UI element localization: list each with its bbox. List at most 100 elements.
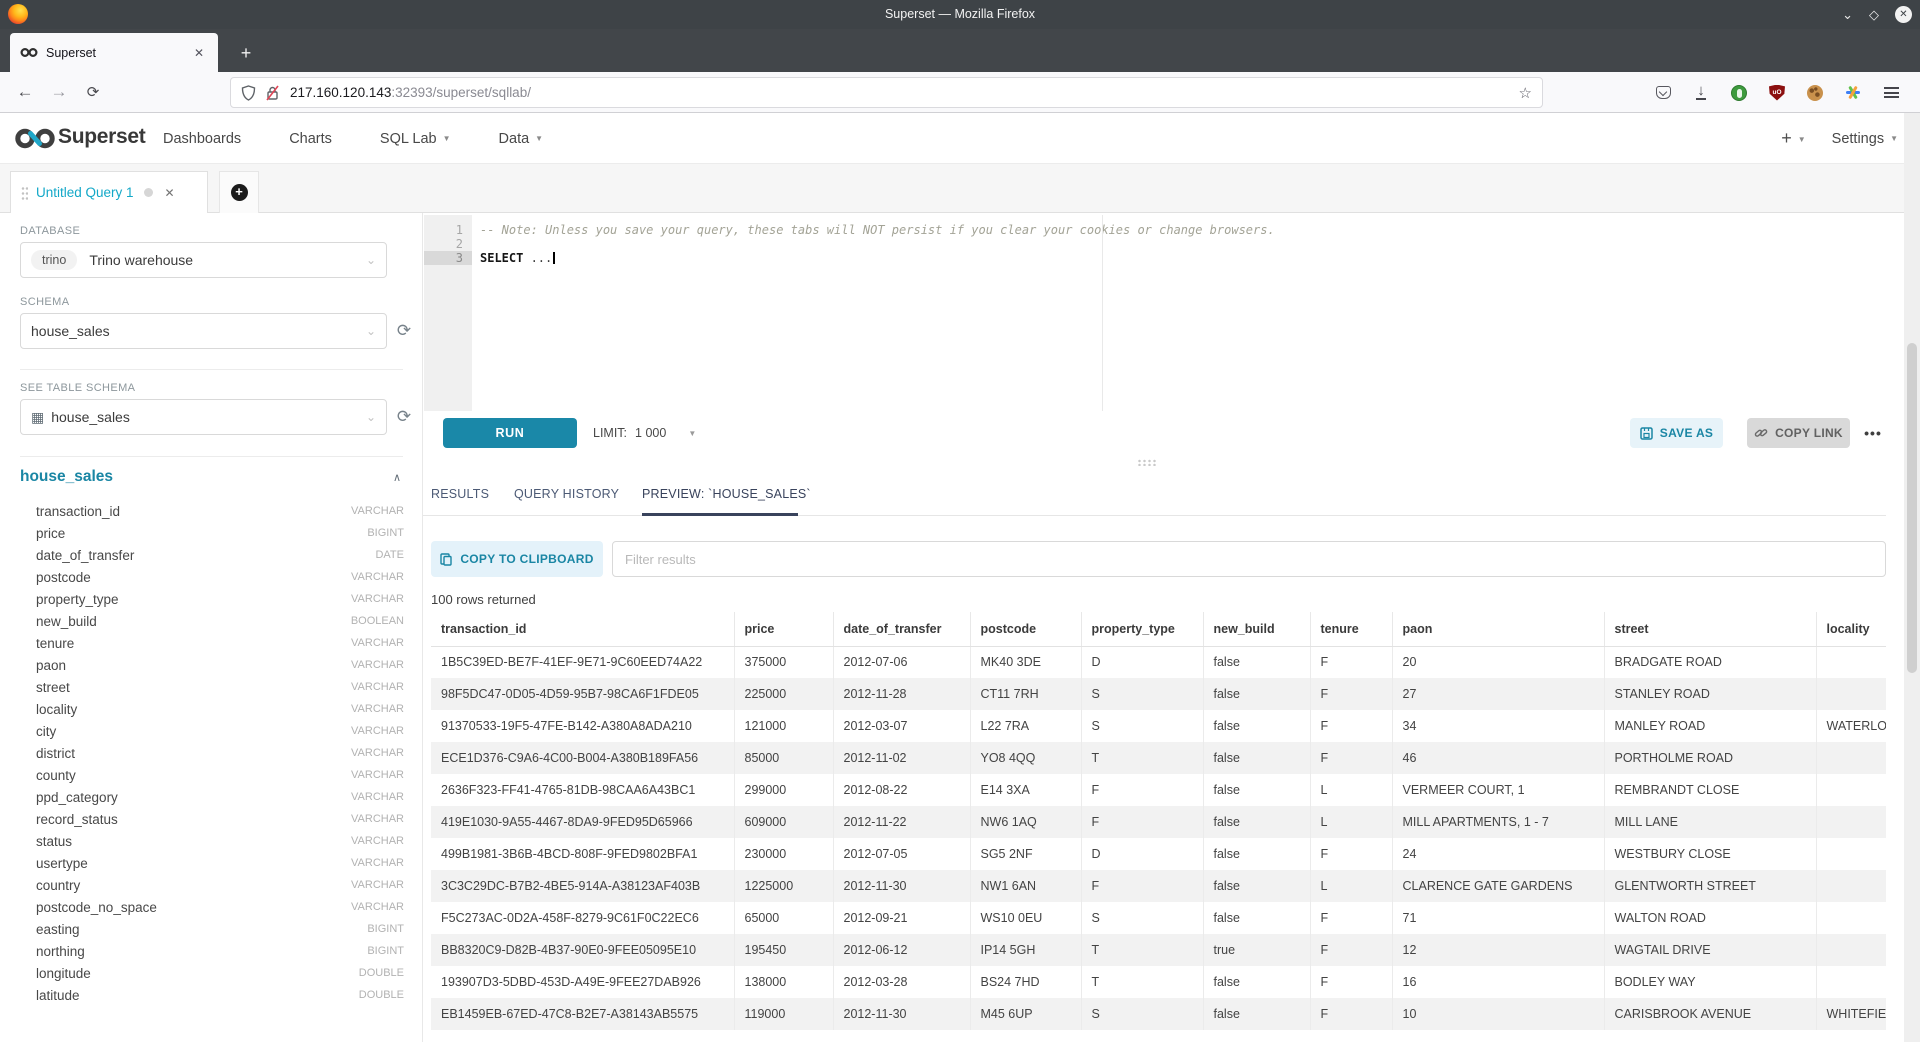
cell-paon: MILL APARTMENTS, 1 - 7 (1392, 806, 1604, 838)
column-row: price BIGINT (0, 522, 423, 544)
download-icon[interactable]: ↓ (1692, 84, 1710, 102)
run-button[interactable]: RUN (443, 418, 577, 448)
window-minimize-icon[interactable]: ⌄ (1842, 8, 1853, 21)
superset-brand[interactable]: Superset (58, 125, 145, 149)
bookmark-star-icon[interactable]: ☆ (1519, 84, 1532, 102)
window-maximize-icon[interactable]: ◇ (1869, 8, 1879, 21)
database-value: Trino warehouse (89, 252, 193, 268)
limit-label: LIMIT: (593, 426, 627, 440)
line-number-active: 3 (424, 251, 472, 265)
link-icon (1754, 426, 1768, 440)
tab-query-history[interactable]: QUERY HISTORY (514, 487, 619, 501)
browser-tab-superset[interactable]: Superset ✕ (10, 33, 218, 72)
add-new-button[interactable]: +▼ (1781, 128, 1805, 149)
column-name: property_type (36, 592, 119, 607)
cell-transaction-id: 499B1981-3B6B-4BCD-808F-9FED9802BFA1 (431, 838, 734, 870)
query-tab-active[interactable]: Untitled Query 1 ✕ (10, 171, 208, 213)
tracking-shield-icon[interactable] (241, 85, 256, 101)
cell-locality (1816, 966, 1886, 998)
table-header-cell[interactable]: date_of_transfer (833, 612, 970, 646)
table-row: F5C273AC-0D2A-458F-8279-9C61F0C22EC6 650… (431, 902, 1886, 934)
back-button-icon[interactable]: ← (8, 82, 42, 102)
results-table[interactable]: transaction_idpricedate_of_transferpostc… (431, 612, 1886, 1030)
table-header-cell[interactable]: property_type (1081, 612, 1203, 646)
tab-preview-house-sales[interactable]: PREVIEW: `HOUSE_SALES` (642, 487, 811, 501)
cell-date-of-transfer: 2012-11-28 (833, 678, 970, 710)
column-type: VARCHAR (351, 813, 404, 825)
cell-street: REMBRANDT CLOSE (1604, 774, 1816, 806)
superset-logo-icon[interactable] (14, 127, 56, 150)
table-header-cell[interactable]: tenure (1310, 612, 1392, 646)
table-header-cell[interactable]: new_build (1203, 612, 1310, 646)
table-header-cell[interactable]: paon (1392, 612, 1604, 646)
copy-link-button[interactable]: COPY LINK (1747, 418, 1850, 448)
cell-street: MANLEY ROAD (1604, 710, 1816, 742)
table-header-cell[interactable]: postcode (970, 612, 1081, 646)
refresh-table-icon[interactable]: ⟳ (394, 407, 414, 427)
save-as-button[interactable]: SAVE AS (1630, 418, 1723, 448)
menu-icon[interactable] (1882, 84, 1900, 102)
page-scrollbar[interactable] (1904, 113, 1920, 1042)
cell-postcode: SG5 2NF (970, 838, 1081, 870)
cookie-icon[interactable] (1806, 84, 1824, 102)
cell-date-of-transfer: 2012-03-07 (833, 710, 970, 742)
cell-new-build: false (1203, 870, 1310, 902)
database-select[interactable]: trino Trino warehouse ⌄ (20, 242, 387, 278)
more-options-icon[interactable]: ••• (1856, 418, 1890, 448)
table-header-cell[interactable]: price (734, 612, 833, 646)
column-name: county (36, 768, 76, 783)
refresh-schema-icon[interactable]: ⟳ (394, 321, 414, 341)
column-name: price (36, 526, 65, 541)
reload-button-icon[interactable]: ⟳ (76, 83, 110, 101)
sql-editor[interactable]: 1 2 3 -- Note: Unless you save your quer… (423, 215, 1886, 411)
column-name: usertype (36, 856, 88, 871)
column-row: property_type VARCHAR (0, 588, 423, 610)
cell-price: 65000 (734, 902, 833, 934)
table-heading[interactable]: house_sales (20, 468, 113, 486)
nav-sql-lab[interactable]: SQL Lab▼ (380, 131, 451, 147)
new-tab-button[interactable]: + (232, 39, 260, 67)
privacy-badger-icon[interactable] (1730, 84, 1748, 102)
superset-favicon-icon (20, 47, 38, 58)
nav-data[interactable]: Data▼ (499, 131, 544, 147)
filter-results-input[interactable] (612, 541, 1886, 577)
insecure-lock-icon[interactable] (265, 85, 280, 101)
table-header-cell[interactable]: street (1604, 612, 1816, 646)
table-header-cell[interactable]: locality (1816, 612, 1886, 646)
ublock-icon[interactable]: uO (1768, 84, 1786, 102)
cell-paon: 27 (1392, 678, 1604, 710)
forward-button-icon[interactable]: → (42, 82, 76, 102)
query-tab-close-icon[interactable]: ✕ (165, 186, 175, 200)
copy-to-clipboard-button[interactable]: COPY TO CLIPBOARD (431, 541, 603, 577)
tab-results[interactable]: RESULTS (431, 487, 489, 501)
browser-tab-close-icon[interactable]: ✕ (190, 44, 208, 62)
table-select[interactable]: ▦ house_sales ⌄ (20, 399, 387, 435)
column-row: status VARCHAR (0, 830, 423, 852)
column-row: ppd_category VARCHAR (0, 786, 423, 808)
superset-navbar: Superset Dashboards Charts SQL Lab▼ Data… (0, 113, 1920, 164)
table-header-cell[interactable]: transaction_id (431, 612, 734, 646)
container-icon[interactable] (1844, 84, 1862, 102)
new-query-tab-button[interactable]: + (219, 171, 259, 213)
drag-handle-icon[interactable] (21, 186, 28, 200)
pocket-icon[interactable] (1654, 84, 1672, 102)
window-close-icon[interactable]: ✕ (1895, 6, 1912, 23)
cell-tenure: F (1310, 646, 1392, 678)
column-type: VARCHAR (351, 593, 404, 605)
limit-dropdown[interactable]: LIMIT: 1 000 ▼ (593, 418, 696, 448)
cell-paon: 24 (1392, 838, 1604, 870)
column-name: city (36, 724, 56, 739)
schema-select[interactable]: house_sales ⌄ (20, 313, 387, 349)
settings-menu[interactable]: Settings▼ (1832, 131, 1898, 147)
collapse-chevron-icon[interactable]: ∧ (393, 471, 401, 484)
nav-charts[interactable]: Charts (289, 131, 332, 147)
column-type: VARCHAR (351, 901, 404, 913)
window-title: Superset — Mozilla Firefox (0, 0, 1920, 29)
column-row: date_of_transfer DATE (0, 544, 423, 566)
column-type: BIGINT (367, 527, 404, 539)
scrollbar-thumb[interactable] (1907, 343, 1917, 673)
editor-code-area[interactable]: -- Note: Unless you save your query, the… (472, 215, 1886, 411)
pane-resize-grip[interactable] (1137, 459, 1157, 466)
url-bar[interactable]: 217.160.120.143:32393/superset/sqllab/ ☆ (230, 77, 1543, 108)
nav-dashboards[interactable]: Dashboards (163, 131, 241, 147)
